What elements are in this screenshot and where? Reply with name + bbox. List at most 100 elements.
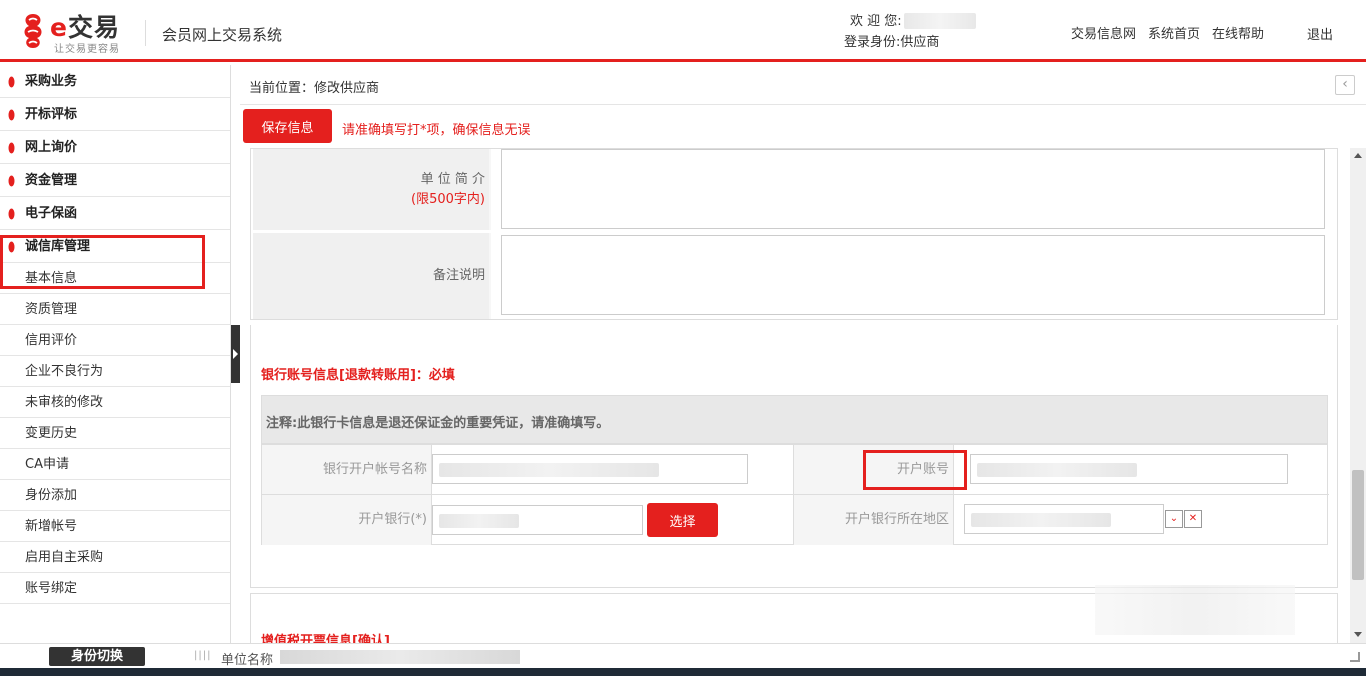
menu-label: 诚信库管理	[25, 239, 91, 254]
menu-credit-library[interactable]: 诚信库管理	[0, 230, 230, 263]
menu-bid-evaluation[interactable]: 开标评标	[0, 98, 230, 131]
menu-label: 电子保函	[25, 206, 78, 221]
scroll-thumb[interactable]	[1352, 470, 1364, 580]
bank-section: 银行账号信息[退款转账用]：必填 注释:此银行卡信息是退还保证金的重要凭证，请准…	[250, 325, 1338, 588]
bank-input[interactable]	[432, 505, 643, 535]
identity-text: 登录身份:供应商	[844, 31, 939, 50]
form-tip: 请准确填写打*项，确保信息无误	[342, 123, 531, 138]
sidebar: 采购业务 开标评标 网上询价 资金管理 电子保函 诚信库管理 基本信息 资质管理…	[0, 65, 231, 643]
bank-name-cell	[432, 445, 794, 495]
sidebar-item-account-binding[interactable]: 账号绑定	[0, 573, 230, 604]
remark-label: 备注说明	[253, 233, 489, 319]
menu-label: 资金管理	[25, 173, 78, 188]
unit-name-redacted	[280, 650, 520, 664]
switch-identity-button[interactable]: 身份切换	[49, 647, 145, 666]
menu-bullet-icon	[8, 109, 15, 121]
logout-link[interactable]: 退出	[1307, 24, 1333, 43]
resize-grip-icon[interactable]	[1350, 652, 1360, 662]
faded-watermark	[1095, 585, 1295, 635]
menu-bullet-icon	[8, 76, 15, 88]
sidebar-item-add-identity[interactable]: 身份添加	[0, 480, 230, 511]
breadcrumb: 当前位置：修改供应商	[249, 81, 380, 96]
menu-label: 网上询价	[25, 140, 78, 155]
menu-label: 开标评标	[25, 107, 78, 122]
redacted-value	[977, 463, 1137, 477]
footer-bar: 身份切换 |||| 单位名称	[0, 643, 1366, 668]
scroll-down-icon[interactable]	[1354, 632, 1362, 637]
username-redacted	[903, 13, 976, 29]
account-label: 开户账号	[794, 445, 954, 495]
menu-bullet-icon	[8, 175, 15, 187]
intro-label-text: 单 位 简 介	[420, 172, 485, 187]
bank-note: 注释:此银行卡信息是退还保证金的重要凭证，请准确填写。	[266, 416, 610, 431]
link-trade-info[interactable]: 交易信息网	[1071, 23, 1136, 42]
link-help[interactable]: 在线帮助	[1212, 23, 1264, 42]
bank-label: 开户银行(*)	[262, 495, 432, 545]
account-input[interactable]	[970, 454, 1288, 484]
menu-e-guarantee[interactable]: 电子保函	[0, 197, 230, 230]
scroll-up-icon[interactable]	[1354, 153, 1362, 158]
sidebar-item-self-purchase[interactable]: 启用自主采购	[0, 542, 230, 573]
sidebar-item-new-account[interactable]: 新增帐号	[0, 511, 230, 542]
bank-section-title: 银行账号信息[退款转账用]：必填	[261, 368, 455, 383]
logo[interactable]: e交易 让交易更容易	[20, 8, 140, 55]
sidebar-item-basic-info[interactable]: 基本信息	[0, 263, 230, 294]
menu-online-inquiry[interactable]: 网上询价	[0, 131, 230, 164]
menu-fund-management[interactable]: 资金管理	[0, 164, 230, 197]
bank-name-input[interactable]	[432, 454, 748, 484]
logo-icon	[24, 14, 42, 48]
remark-textarea[interactable]	[501, 235, 1325, 315]
bank-table: 银行开户帐号名称 开户账号 开户银行(*) 选择 开户银行所在地区 ⌄ ✕	[261, 444, 1329, 545]
bank-name-label: 银行开户帐号名称	[262, 445, 432, 495]
logo-title: e交易	[50, 8, 120, 44]
sidebar-item-unreviewed[interactable]: 未审核的修改	[0, 387, 230, 418]
logo-e: e	[50, 13, 68, 42]
sidebar-item-qualification[interactable]: 资质管理	[0, 294, 230, 325]
intro-row: 单 位 简 介 (限500字内)	[253, 149, 1336, 230]
sidebar-collapse-handle[interactable]	[231, 325, 240, 383]
menu-label: 采购业务	[25, 74, 78, 89]
menu-bullet-icon	[8, 142, 15, 154]
sidebar-item-bad-behavior[interactable]: 企业不良行为	[0, 356, 230, 387]
account-cell	[954, 445, 1329, 495]
identity-value: 供应商	[900, 35, 940, 50]
logo-divider	[145, 20, 146, 46]
intro-label: 单 位 简 介 (限500字内)	[253, 149, 489, 230]
form-top-section: 单 位 简 介 (限500字内) 备注说明	[250, 148, 1338, 320]
menu-purchase[interactable]: 采购业务	[0, 65, 230, 98]
menu-bullet-icon	[8, 208, 15, 220]
sidebar-item-credit-rating[interactable]: 信用评价	[0, 325, 230, 356]
bank-cell: 选择	[432, 495, 794, 545]
save-button[interactable]: 保存信息	[243, 109, 332, 143]
top-links: 交易信息网 系统首页 在线帮助	[1071, 23, 1264, 42]
region-input[interactable]	[964, 504, 1164, 534]
welcome-label: 欢 迎 您:	[850, 14, 902, 29]
footer-separator: ||||	[194, 650, 212, 661]
link-home[interactable]: 系统首页	[1148, 23, 1200, 42]
system-title: 会员网上交易系统	[162, 26, 283, 44]
header: e交易 让交易更容易 会员网上交易系统 欢 迎 您: 登录身份:供应商 交易信息…	[0, 0, 1366, 62]
logo-slogan: 让交易更容易	[54, 44, 120, 55]
welcome-text: 欢 迎 您:	[850, 13, 976, 31]
vertical-scrollbar[interactable]	[1350, 148, 1366, 643]
region-cell: ⌄ ✕	[954, 495, 1329, 545]
logo-text: 交易	[67, 13, 120, 42]
form-scroll-area[interactable]: 单 位 简 介 (限500字内) 备注说明 银行账号信息[退款转账用]：必填 注…	[250, 148, 1338, 643]
close-icon[interactable]: ✕	[1184, 510, 1202, 528]
region-label: 开户银行所在地区	[794, 495, 954, 545]
choose-bank-button[interactable]: 选择	[647, 503, 718, 537]
menu-bullet-icon	[8, 241, 15, 253]
intro-limit: (限500字内)	[411, 192, 485, 207]
sidebar-item-history[interactable]: 变更历史	[0, 418, 230, 449]
chevron-left-icon[interactable]: ‹	[1335, 75, 1355, 95]
os-taskbar	[0, 668, 1366, 676]
sidebar-item-ca-apply[interactable]: CA申请	[0, 449, 230, 480]
divider	[240, 104, 1366, 105]
vat-section-title: 增值税开票信息[确认]	[261, 634, 390, 643]
bank-note-box: 注释:此银行卡信息是退还保证金的重要凭证，请准确填写。	[261, 395, 1328, 444]
chevron-down-icon[interactable]: ⌄	[1165, 510, 1183, 528]
redacted-value	[439, 514, 519, 528]
intro-textarea[interactable]	[501, 149, 1325, 229]
remark-row: 备注说明	[253, 233, 1336, 319]
redacted-value	[439, 463, 659, 477]
